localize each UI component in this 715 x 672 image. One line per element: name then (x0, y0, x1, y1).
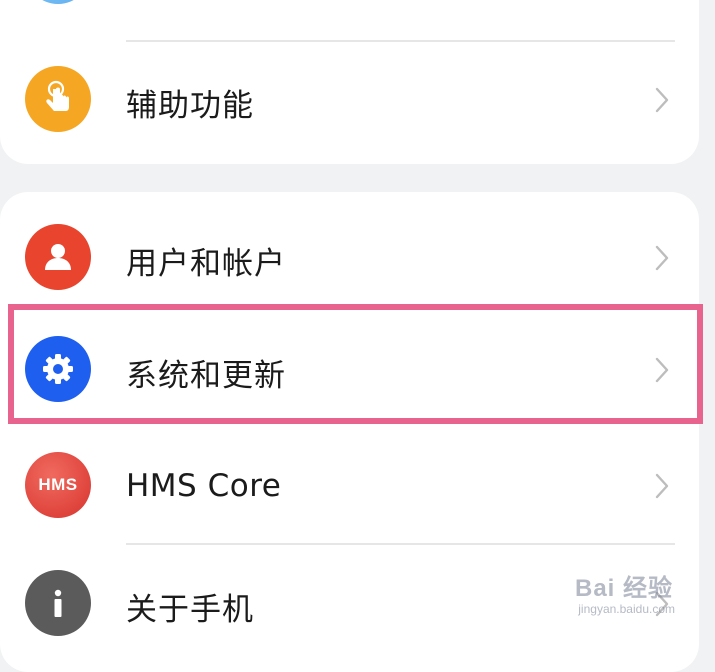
settings-item-system-updates[interactable]: 系统和更新 (0, 308, 699, 424)
settings-item-hms-core[interactable]: HMS HMS Core (0, 424, 699, 540)
watermark-url: jingyan.baidu.com (578, 602, 675, 616)
chevron-right-icon (655, 357, 669, 383)
settings-item-label: 辅助功能 (126, 88, 254, 124)
hms-logo-text: HMS (38, 475, 78, 494)
touch-hand-icon (25, 66, 91, 132)
chevron-right-icon (655, 245, 669, 271)
partial-icon (25, 0, 91, 4)
hms-logo-icon: HMS (25, 452, 91, 518)
settings-item-label: 用户和帐户 (126, 246, 286, 282)
info-icon (25, 570, 91, 636)
settings-group-top: 辅助功能 (0, 0, 699, 164)
settings-item-users-accounts[interactable]: 用户和帐户 (0, 192, 699, 308)
user-icon (25, 224, 91, 290)
gear-icon (25, 336, 91, 402)
settings-item-accessibility[interactable]: 辅助功能 (0, 42, 699, 158)
chevron-right-icon (655, 473, 669, 499)
chevron-right-icon (655, 87, 669, 113)
settings-item-label: HMS Core (126, 468, 282, 504)
settings-item-label: 系统和更新 (126, 358, 286, 394)
settings-item-label: 关于手机 (126, 592, 254, 628)
watermark-logo: Bai 经验 (574, 575, 673, 602)
